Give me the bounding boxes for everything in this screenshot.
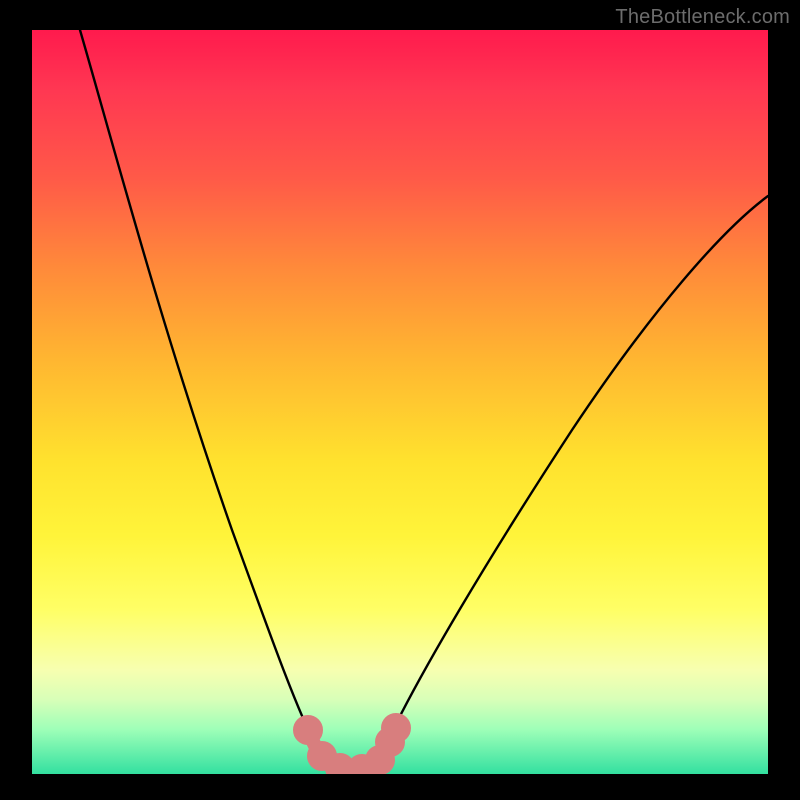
watermark-label: TheBottleneck.com <box>615 6 790 29</box>
bottom-highlight <box>300 720 404 774</box>
chart-svg <box>32 30 768 774</box>
chart-frame: TheBottleneck.com <box>0 0 800 800</box>
bottleneck-curve-path <box>80 30 768 768</box>
plot-area <box>32 30 768 774</box>
